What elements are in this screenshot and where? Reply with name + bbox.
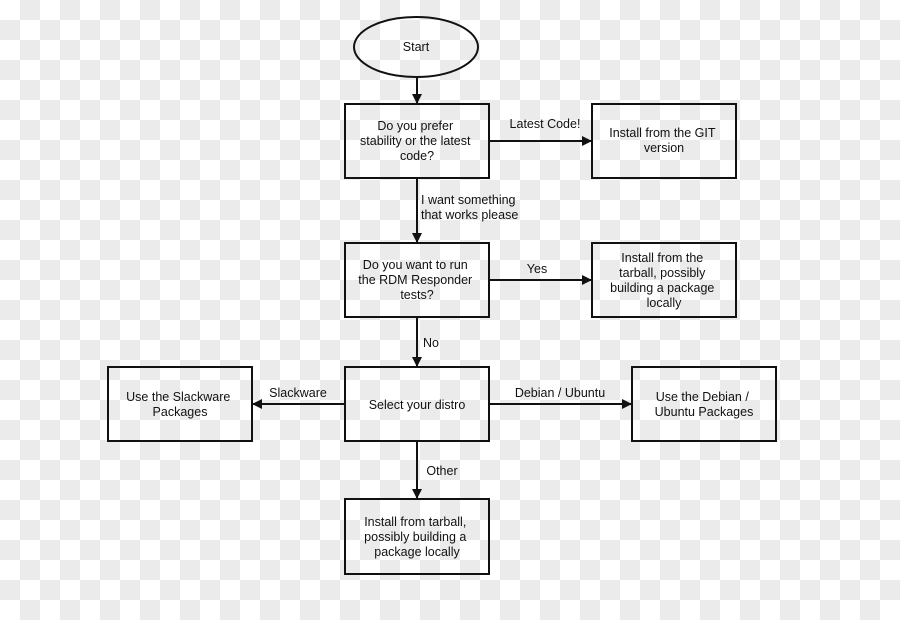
edge-label-stable: I want something that works please xyxy=(421,193,519,222)
tarball-yes-label: Install from the tarball, possibly build… xyxy=(610,251,718,310)
distro-label: Select your distro xyxy=(369,398,466,412)
edge-label-other: Other xyxy=(426,464,457,478)
flowchart: Start Do you prefer stability or the lat… xyxy=(107,16,777,575)
edge-label-latest: Latest Code! xyxy=(510,117,581,131)
slackware-label: Use the Slackware Packages xyxy=(126,390,234,419)
rdm-question-label: Do you want to run the RDM Responder tes… xyxy=(358,258,475,302)
edge-label-no: No xyxy=(423,336,439,350)
debian-label: Use the Debian / Ubuntu Packages xyxy=(655,390,754,419)
stability-question-label: Do you prefer stability or the latest co… xyxy=(360,119,474,163)
edge-label-slackware: Slackware xyxy=(269,386,327,400)
git-install-label: Install from the GIT version xyxy=(609,126,719,155)
edge-label-debian: Debian / Ubuntu xyxy=(515,386,605,400)
slackware-box xyxy=(107,366,253,442)
edge-label-yes: Yes xyxy=(527,262,547,276)
debian-box xyxy=(631,366,777,442)
start-label: Start xyxy=(403,40,430,54)
tarball-other-label: Install from tarball, possibly building … xyxy=(364,515,470,559)
